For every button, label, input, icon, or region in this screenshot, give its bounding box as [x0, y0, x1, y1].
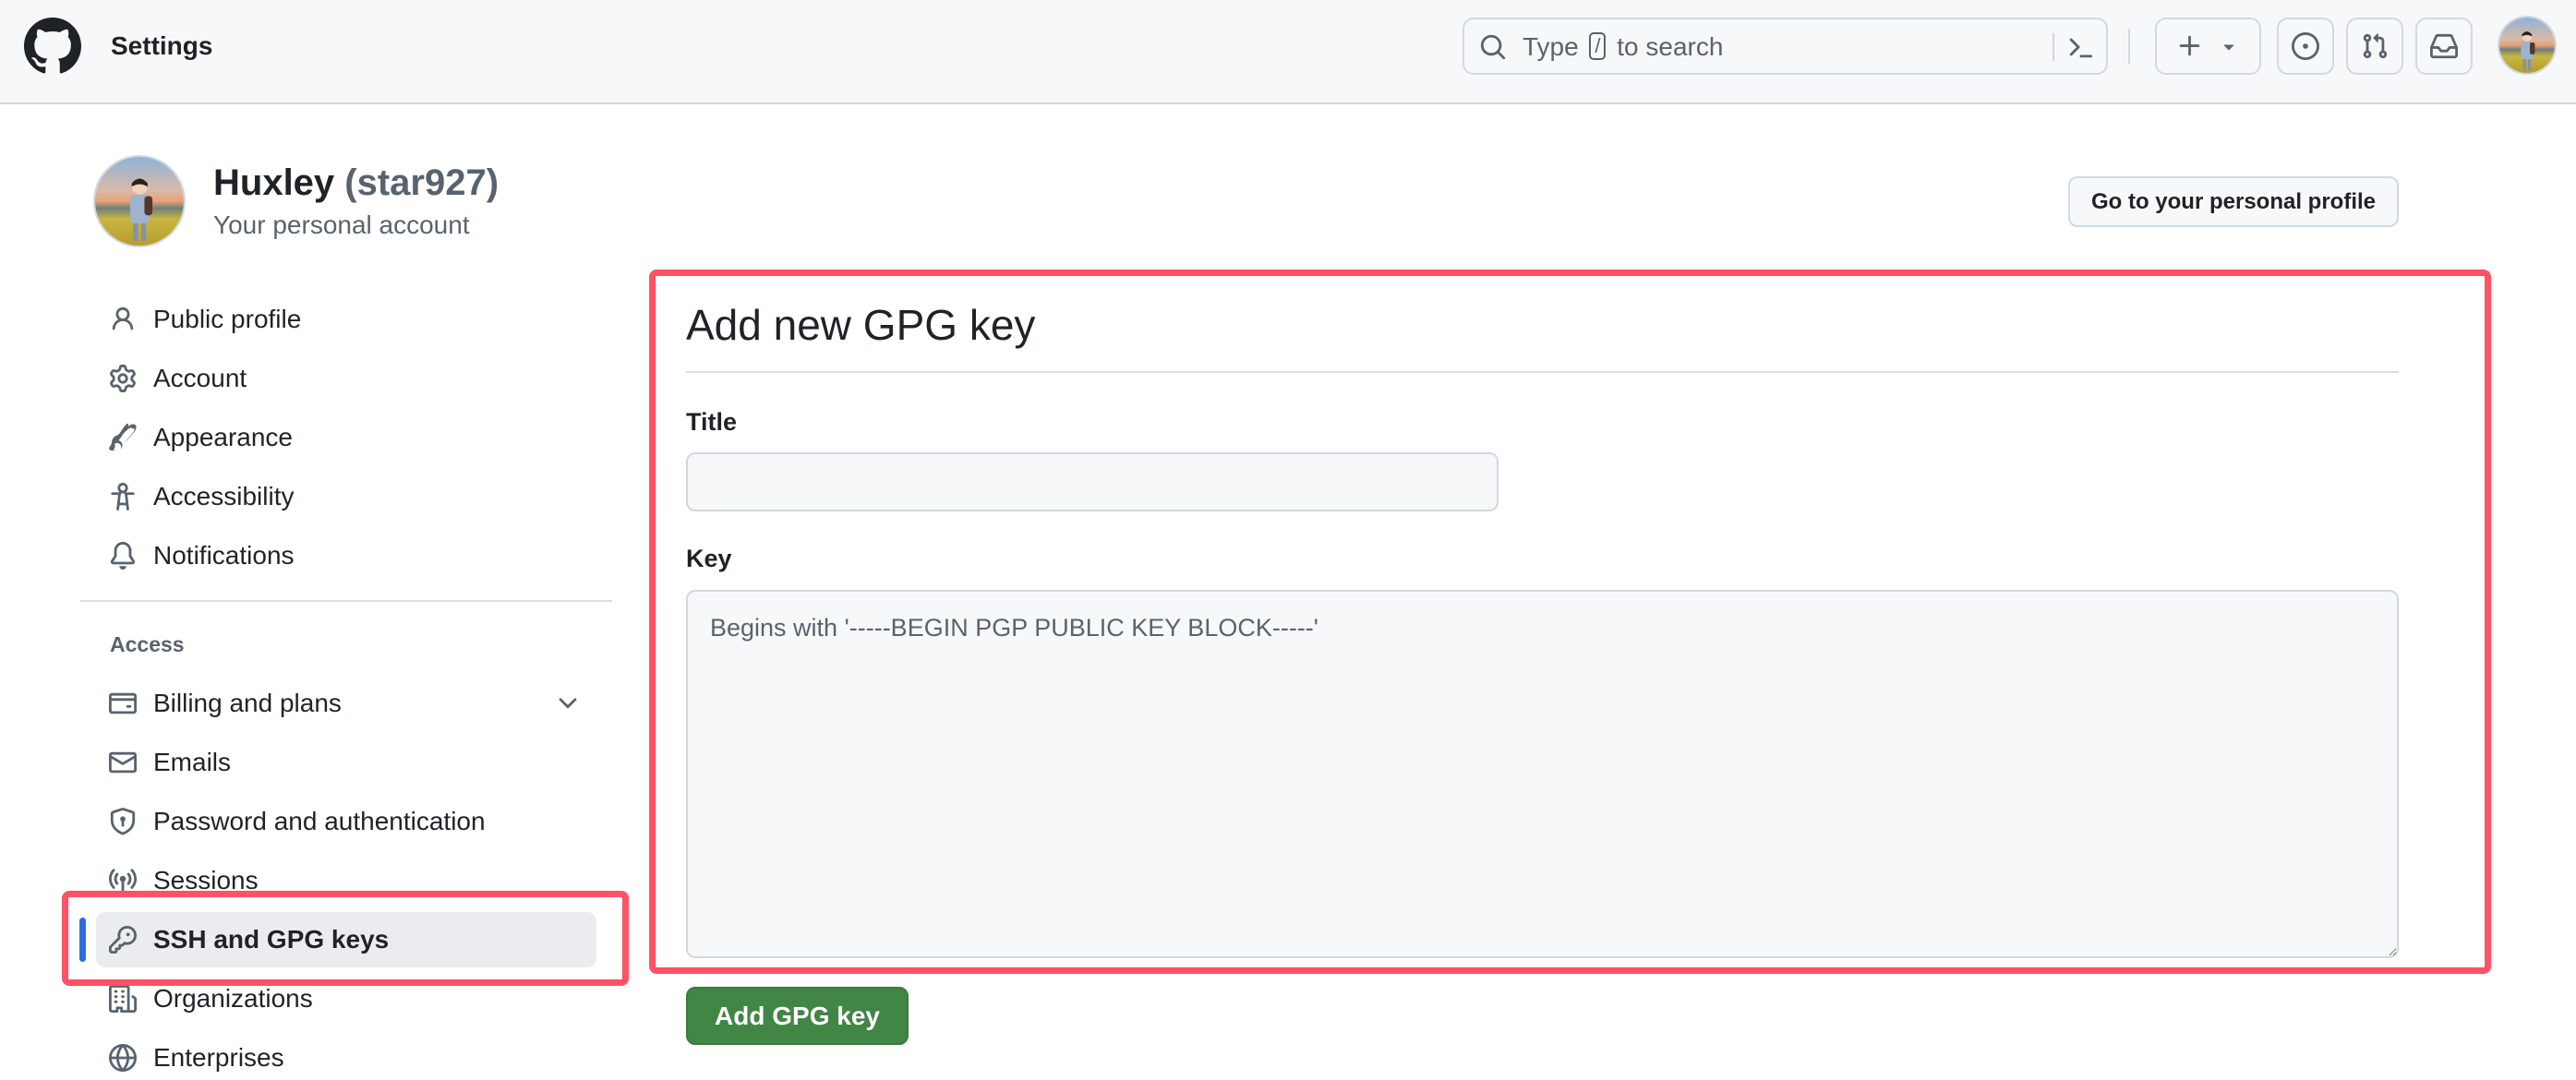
sidebar-item-label: Password and authentication [153, 807, 486, 835]
issues-button[interactable] [2277, 18, 2334, 75]
profile-avatar [93, 155, 186, 247]
add-gpg-key-button[interactable]: Add GPG key [686, 987, 909, 1045]
bell-icon [110, 542, 136, 570]
search-suffix-text: to search [1617, 32, 1724, 61]
avatar-image [95, 157, 184, 246]
avatar-image [2499, 18, 2555, 73]
key-icon [109, 926, 137, 954]
github-mark-icon[interactable] [24, 18, 81, 75]
sidebar-item-organizations[interactable]: Organizations [96, 971, 596, 1026]
inbox-icon [2430, 33, 2458, 59]
title-input[interactable] [686, 452, 1499, 511]
sidebar-item-label: Organizations [153, 984, 313, 1013]
issue-opened-icon [2292, 32, 2319, 60]
page-title: Add new GPG key [686, 301, 1036, 349]
app-title[interactable]: Settings [111, 30, 212, 63]
paintbrush-icon [109, 424, 137, 451]
search-input[interactable]: Type / to search [1463, 18, 2108, 75]
sidebar-item-label: Sessions [153, 866, 259, 894]
organization-icon [109, 985, 137, 1013]
profile-name: Huxley (star927) [213, 161, 499, 205]
sidebar-item-label: SSH and GPG keys [153, 925, 390, 954]
git-pull-request-icon [2363, 33, 2388, 59]
sidebar-item-billing-and-plans[interactable]: Billing and plans [96, 676, 596, 731]
sidebar-divider [80, 600, 612, 602]
search-shortcut-key: / [1589, 32, 1607, 60]
sidebar-item-enterprises[interactable]: Enterprises [96, 1030, 596, 1080]
sidebar-item-label: Public profile [153, 305, 302, 333]
person-icon [112, 306, 134, 330]
broadcast-icon [109, 869, 137, 894]
avatar-figure [2521, 30, 2535, 70]
avatar-figure [129, 178, 152, 242]
sidebar-item-label: Notifications [153, 541, 295, 570]
terminal-icon[interactable] [2066, 33, 2094, 61]
header-divider [2128, 29, 2130, 64]
key-textarea[interactable] [686, 590, 2399, 958]
search-icon [1480, 34, 1506, 60]
accessibility-icon [111, 483, 135, 510]
sidebar-item-accessibility[interactable]: Accessibility [96, 469, 596, 524]
sidebar-item-label: Accessibility [153, 482, 295, 510]
sidebar-item-appearance[interactable]: Appearance [96, 410, 596, 465]
sidebar-item-label: Enterprises [153, 1043, 284, 1072]
create-new-button[interactable] [2155, 18, 2261, 75]
pull-requests-button[interactable] [2346, 18, 2403, 75]
sidebar-item-sessions[interactable]: Sessions [96, 853, 596, 908]
gear-icon [110, 365, 136, 392]
global-header: Settings Type / to search [0, 0, 2576, 104]
go-to-profile-button[interactable]: Go to your personal profile [2068, 176, 2399, 227]
login-name: (star927) [344, 162, 500, 203]
inbox-button[interactable] [2415, 18, 2473, 75]
display-name: Huxley [213, 162, 335, 203]
search-divider [2052, 33, 2054, 61]
sidebar-section-heading: Access [110, 632, 185, 656]
active-indicator [79, 918, 86, 962]
sidebar-item-password-and-authentication[interactable]: Password and authentication [96, 794, 596, 849]
title-field-label: Title [686, 408, 738, 436]
sidebar-item-label: Account [153, 364, 247, 392]
sidebar-item-ssh-and-gpg-keys[interactable]: SSH and GPG keys [96, 912, 596, 967]
credit-card-icon [109, 692, 137, 714]
sidebar-item-label: Billing and plans [153, 689, 342, 717]
shield-lock-icon [110, 808, 136, 835]
user-avatar[interactable] [2498, 16, 2557, 75]
account-type-label: Your personal account [213, 210, 470, 239]
globe-icon [109, 1044, 137, 1072]
chevron-down-icon[interactable] [554, 690, 582, 717]
sidebar-item-label: Appearance [153, 423, 294, 451]
title-divider [686, 371, 2399, 373]
key-field-label: Key [686, 545, 732, 572]
sidebar-item-notifications[interactable]: Notifications [96, 528, 596, 583]
plus-icon [2180, 35, 2200, 56]
mail-icon [109, 751, 137, 774]
sidebar-item-emails[interactable]: Emails [96, 735, 596, 790]
triangle-down-icon [2223, 44, 2234, 51]
search-prefix-text: Type [1523, 32, 1579, 61]
sidebar-item-account[interactable]: Account [96, 351, 596, 406]
search-placeholder: Type / to search [1523, 32, 1723, 62]
sidebar-item-label: Emails [153, 748, 232, 776]
sidebar-item-public-profile[interactable]: Public profile [96, 292, 596, 347]
